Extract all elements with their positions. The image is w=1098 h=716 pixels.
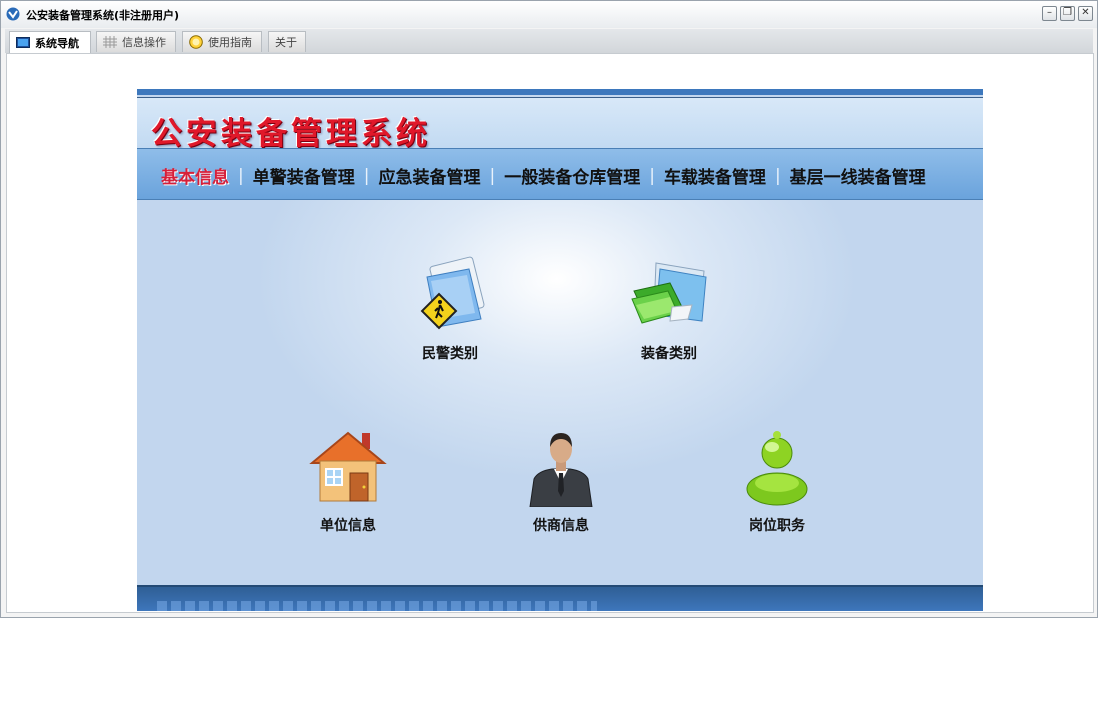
tab-label: 使用指南 xyxy=(208,36,252,49)
nav-separator: | xyxy=(238,165,244,186)
nav-item-vehicle-equipment[interactable]: 车载装备管理 xyxy=(664,163,766,188)
grid-icon xyxy=(103,36,117,48)
module-nav: 基本信息 | 单警装备管理 | 应急装备管理 | 一般装备仓库管理 | 车载装备… xyxy=(137,148,983,200)
tab-info-operation[interactable]: 信息操作 xyxy=(96,31,176,52)
title-bar: 公安装备管理系统(非注册用户) – ❐ ✕ xyxy=(1,1,1097,28)
window-title: 公安装备管理系统(非注册用户) xyxy=(26,9,180,22)
tile-label: 单位信息 xyxy=(320,518,376,534)
user-green-icon xyxy=(746,431,808,506)
nav-item-warehouse[interactable]: 一般装备仓库管理 xyxy=(504,163,640,188)
nav-separator: | xyxy=(363,165,370,186)
tile-label: 岗位职务 xyxy=(749,518,805,534)
nav-separator: | xyxy=(649,165,655,186)
close-icon[interactable]: ✕ xyxy=(1078,6,1093,21)
nav-item-frontline-equipment[interactable]: 基层一线装备管理 xyxy=(790,163,926,188)
tile-equipment-category[interactable]: 装备类别 xyxy=(609,255,729,363)
footer-decoration xyxy=(157,601,597,611)
top-strip xyxy=(137,89,983,95)
app-window: 公安装备管理系统(非注册用户) – ❐ ✕ 系统导航 信息操作 使用指南 关于 … xyxy=(0,0,1098,618)
tile-label: 民警类别 xyxy=(422,346,478,362)
house-icon xyxy=(309,431,387,502)
tile-label: 装备类别 xyxy=(641,346,697,362)
footer-bar xyxy=(137,585,983,611)
businessman-icon xyxy=(529,433,593,507)
police-folder-icon xyxy=(420,256,485,330)
main-content: 公安装备管理系统 基本信息 | 单警装备管理 | 应急装备管理 | 一般装备仓库… xyxy=(6,53,1094,613)
app-logo-icon xyxy=(6,7,20,21)
nav-item-emergency-equipment[interactable]: 应急装备管理 xyxy=(378,163,480,188)
banner-title: 公安装备管理系统 xyxy=(151,116,431,152)
tab-label: 信息操作 xyxy=(122,36,166,49)
tab-system-navigation[interactable]: 系统导航 xyxy=(9,31,91,53)
equipment-folder-icon xyxy=(631,262,707,324)
restore-icon[interactable]: ❐ xyxy=(1060,6,1075,21)
tab-user-guide[interactable]: 使用指南 xyxy=(182,31,262,52)
tile-label: 供商信息 xyxy=(533,518,589,534)
tile-position-duties[interactable]: 岗位职务 xyxy=(717,427,837,535)
tab-label: 系统导航 xyxy=(35,36,79,50)
nav-separator: | xyxy=(774,165,781,186)
minimize-icon[interactable]: – xyxy=(1042,6,1057,21)
navigation-panel: 公安装备管理系统 基本信息 | 单警装备管理 | 应急装备管理 | 一般装备仓库… xyxy=(137,89,983,611)
tile-unit-info[interactable]: 单位信息 xyxy=(288,427,408,535)
tab-about[interactable]: 关于 xyxy=(268,31,306,52)
help-icon xyxy=(189,35,203,49)
monitor-icon xyxy=(16,36,30,48)
nav-item-basic-info[interactable]: 基本信息 xyxy=(161,163,229,188)
tile-supplier-info[interactable]: 供商信息 xyxy=(501,427,621,535)
tile-police-category[interactable]: 民警类别 xyxy=(390,255,510,363)
banner: 公安装备管理系统 xyxy=(137,98,983,152)
tab-bar: 系统导航 信息操作 使用指南 关于 xyxy=(5,29,1093,53)
nav-separator: | xyxy=(489,165,496,186)
tab-label: 关于 xyxy=(275,36,297,49)
nav-item-individual-equipment[interactable]: 单警装备管理 xyxy=(253,163,355,188)
